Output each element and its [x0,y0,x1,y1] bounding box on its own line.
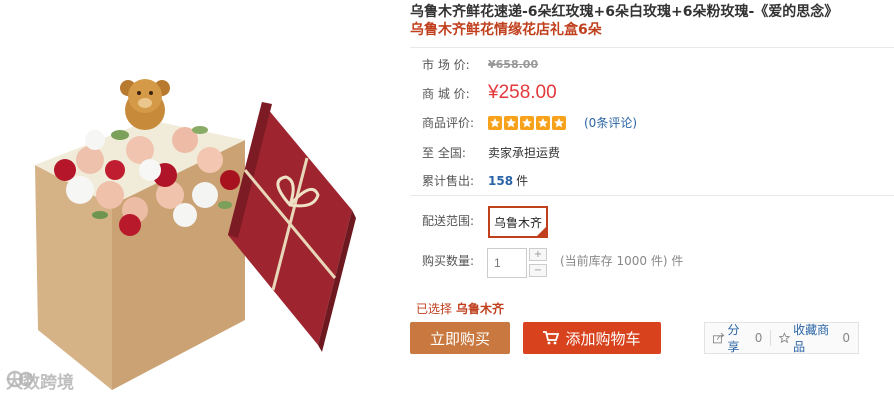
delivery-label: 配送范围: [422,214,475,228]
buy-now-button[interactable]: 立即购买 [410,322,510,354]
selected-corner-icon [537,227,546,236]
social-actions: 分享 0 收藏商品 0 [704,322,859,354]
quantity-label: 购买数量: [422,254,475,268]
buy-now-label: 立即购买 [429,329,490,348]
market-price-label: 市 场 价: [422,58,470,72]
stock-info: (当前库存 1000 件) 件 [560,254,684,268]
sales-unit: 件 [516,174,529,188]
flower-box-illustration [35,79,356,390]
add-to-cart-label: 添加购物车 [565,329,641,348]
quantity-increase-button[interactable]: + [529,248,547,261]
watermark-logo-icon [6,370,34,388]
favorite-label: 收藏商品 [793,323,830,354]
cart-icon [543,331,560,345]
star-icon [488,115,502,130]
product-subtitle: 乌鲁木齐鲜花情缘花店礼盒6朵 [410,22,602,38]
store-price-row: 商 城 价: ¥258.00 [422,82,557,104]
delivery-city: 乌鲁木齐 [493,215,542,230]
market-price-row: 市 场 价: ¥658.00 [422,56,538,73]
shipping-row: 至 全国: 卖家承担运费 [422,144,560,161]
share-button[interactable]: 分享 0 [705,321,770,355]
shipping-value: 卖家承担运费 [488,146,561,160]
sales-count: 158 [488,173,514,188]
share-icon [713,332,725,344]
review-count-link[interactable]: (0条评论) [584,114,637,131]
product-info: 乌鲁木齐鲜花速递-6朵红玫瑰+6朵白玫瑰+6朵粉玫瑰-《爱的思念》 乌鲁木齐鲜花… [410,0,894,400]
rating-label: 商品评价: [422,116,475,130]
shipping-label: 至 全国: [422,146,466,160]
sales-row: 累计售出: 158 件 [422,172,528,189]
store-price: ¥258.00 [488,82,557,103]
favorite-button[interactable]: 收藏商品 0 [771,321,858,355]
share-count: 0 [754,331,763,345]
star-icon [504,115,518,130]
quantity-decrease-button[interactable]: − [529,264,547,277]
star-icon [536,115,550,130]
product-image[interactable]: 大数跨境 [0,0,400,400]
product-title: 乌鲁木齐鲜花速递-6朵红玫瑰+6朵白玫瑰+6朵粉玫瑰-《爱的思念》 [410,4,839,20]
price-panel: 市 场 价: ¥658.00 商 城 价: ¥258.00 商品评价: (0条评… [410,47,894,196]
selection-value: 乌鲁木齐 [456,302,505,316]
watermark: 大数跨境 [6,368,74,393]
favorite-count: 0 [842,331,850,345]
share-label: 分享 [727,323,740,354]
sales-label: 累计售出: [422,174,475,188]
add-to-cart-button[interactable]: 添加购物车 [523,322,661,354]
selection-summary: 已选择 乌鲁木齐 [416,300,504,317]
rating-stars [488,115,566,130]
store-price-label: 商 城 价: [422,86,470,101]
quantity-input[interactable] [487,248,527,278]
selection-prefix: 已选择 [416,302,453,316]
rating-row: 商品评价: (0条评论) [422,114,637,131]
star-outline-icon [779,332,791,344]
star-icon [520,115,534,130]
star-icon [552,115,566,130]
market-price: ¥658.00 [488,58,539,71]
delivery-city-option[interactable]: 乌鲁木齐 [488,206,548,238]
